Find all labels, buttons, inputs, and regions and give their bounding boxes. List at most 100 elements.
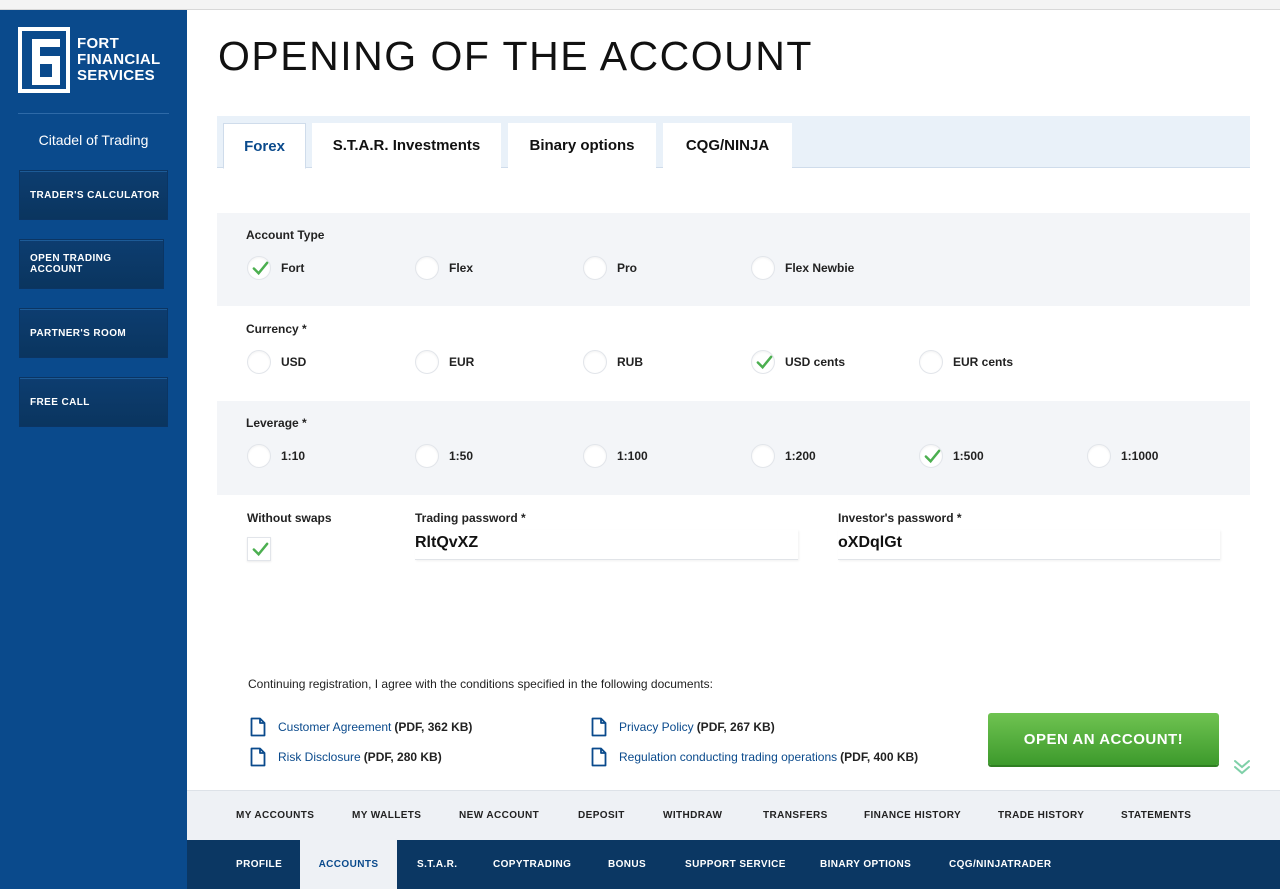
document-icon [250,747,266,767]
radio-button[interactable] [415,256,439,280]
tab-forex[interactable]: Forex [223,123,306,169]
nav-finance-history[interactable]: FINANCE HISTORY [864,791,961,841]
tab-binary-options[interactable]: Binary options [508,123,656,168]
radio-button[interactable] [1087,444,1111,468]
trading-password-input[interactable]: RltQvXZ [415,530,798,560]
doc-risk-disclosure[interactable]: Risk Disclosure (PDF, 280 KB) [250,747,442,767]
sidebar-item-label: OPEN TRADING ACCOUNT [30,253,112,275]
currency-usd[interactable]: USD [247,350,306,374]
leverage-1-100[interactable]: 1:100 [583,444,648,468]
sidebar-item-free-call[interactable]: FREE CALL [19,377,168,427]
option-label: Flex Newbie [785,261,855,275]
currency-usd-cents[interactable]: USD cents [751,350,845,374]
radio-button[interactable] [415,350,439,374]
leverage-label: Leverage * [246,416,307,430]
sidebar-item-traders-calculator[interactable]: TRADER'S CALCULATOR [19,170,168,220]
leverage-1-50[interactable]: 1:50 [415,444,473,468]
nav-cqg-ninjatrader[interactable]: CQG/NINJATRADER [949,840,1051,889]
nav-statements[interactable]: STATEMENTS [1121,791,1191,841]
doc-privacy-policy[interactable]: Privacy Policy (PDF, 267 KB) [591,717,775,737]
radio-button[interactable] [751,350,775,374]
leverage-1-200[interactable]: 1:200 [751,444,816,468]
page-title: OPENING OF THE ACCOUNT [218,33,813,79]
open-account-button[interactable]: OPEN AN ACCOUNT! [988,713,1219,765]
radio-button[interactable] [247,444,271,468]
nav-my-accounts[interactable]: MY ACCOUNTS [236,791,314,841]
without-swaps-checkbox[interactable] [247,537,271,561]
nav-withdraw[interactable]: WITHDRAW [663,791,722,841]
nav-accounts[interactable]: ACCOUNTS [300,840,397,889]
nav-bonus[interactable]: BONUS [608,840,646,889]
tab-star-investments[interactable]: S.T.A.R. Investments [312,123,501,168]
radio-button[interactable] [919,350,943,374]
document-icon [591,747,607,767]
account-type-fort[interactable]: Fort [247,256,304,280]
nav-new-account[interactable]: NEW ACCOUNT [459,791,539,841]
doc-link[interactable]: Regulation conducting trading operations [619,750,837,764]
nav-binary-options[interactable]: BINARY OPTIONS [820,840,911,889]
radio-button[interactable] [751,444,775,468]
option-label: USD cents [785,355,846,369]
option-label: EUR [449,355,475,369]
logo-icon [18,27,70,93]
radio-button[interactable] [583,350,607,374]
radio-button[interactable] [247,256,271,280]
without-swaps-label: Without swaps [247,511,332,525]
leverage-1-500[interactable]: 1:500 [919,444,984,468]
radio-button[interactable] [583,444,607,468]
leverage-1-1000[interactable]: 1:1000 [1087,444,1158,468]
doc-size: (PDF, 400 KB) [840,750,919,764]
doc-size: (PDF, 267 KB) [696,720,775,734]
nav-star[interactable]: S.T.A.R. [417,840,457,889]
double-chevron-down-icon[interactable] [1233,758,1251,776]
nav-my-wallets[interactable]: MY WALLETS [352,791,421,841]
doc-link[interactable]: Customer Agreement [278,720,391,734]
currency-label: Currency * [246,322,307,336]
doc-link[interactable]: Risk Disclosure [278,750,361,764]
currency-rub[interactable]: RUB [583,350,643,374]
currency-eur[interactable]: EUR [415,350,474,374]
account-type-pro[interactable]: Pro [583,256,637,280]
option-label: 1:10 [281,449,306,463]
tab-bar: Forex S.T.A.R. Investments Binary option… [217,116,1250,169]
option-label: 1:200 [785,449,816,463]
document-icon [591,717,607,737]
nav-support-service[interactable]: SUPPORT SERVICE [685,840,786,889]
sidebar-item-partners-room[interactable]: PARTNER'S ROOM [19,308,168,358]
sidebar-item-open-trading-account[interactable]: OPEN TRADING ACCOUNT [19,239,164,289]
currency-eur-cents[interactable]: EUR cents [919,350,1013,374]
nav-deposit[interactable]: DEPOSIT [578,791,625,841]
radio-button[interactable] [415,444,439,468]
nav-trade-history[interactable]: TRADE HISTORY [998,791,1084,841]
logo[interactable]: FORT FINANCIAL SERVICES [18,27,161,93]
checkmark-icon [252,261,269,276]
nav-profile[interactable]: PROFILE [236,840,282,889]
option-label: 1:1000 [1121,449,1159,463]
nav-copytrading[interactable]: COPYTRADING [493,840,571,889]
tagline: Citadel of Trading [38,132,149,148]
investor-password-input[interactable]: oXDqlGt [838,530,1220,560]
doc-regulation[interactable]: Regulation conducting trading operations… [591,747,918,767]
doc-customer-agreement[interactable]: Customer Agreement (PDF, 362 KB) [250,717,472,737]
leverage-1-10[interactable]: 1:10 [247,444,305,468]
radio-button[interactable] [919,444,943,468]
tab-cqg-ninja[interactable]: CQG/NINJA [663,123,792,168]
checkmark-icon [756,355,773,370]
trading-password-label: Trading password * [415,511,526,525]
account-type-flex-newbie[interactable]: Flex Newbie [751,256,854,280]
option-label: RUB [617,355,643,369]
main-nav: PROFILE ACCOUNTS S.T.A.R. COPYTRADING BO… [187,840,1280,889]
radio-button[interactable] [583,256,607,280]
radio-button[interactable] [751,256,775,280]
account-type-flex[interactable]: Flex [415,256,473,280]
option-label: Flex [449,261,474,275]
doc-link[interactable]: Privacy Policy [619,720,694,734]
option-label: 1:50 [449,449,474,463]
nav-transfers[interactable]: TRANSFERS [763,791,828,841]
option-label: EUR cents [953,355,1014,369]
radio-button[interactable] [247,350,271,374]
option-label: Pro [617,261,638,275]
doc-size: (PDF, 362 KB) [394,720,473,734]
sidebar-divider [18,113,169,114]
top-edge [0,0,1280,10]
